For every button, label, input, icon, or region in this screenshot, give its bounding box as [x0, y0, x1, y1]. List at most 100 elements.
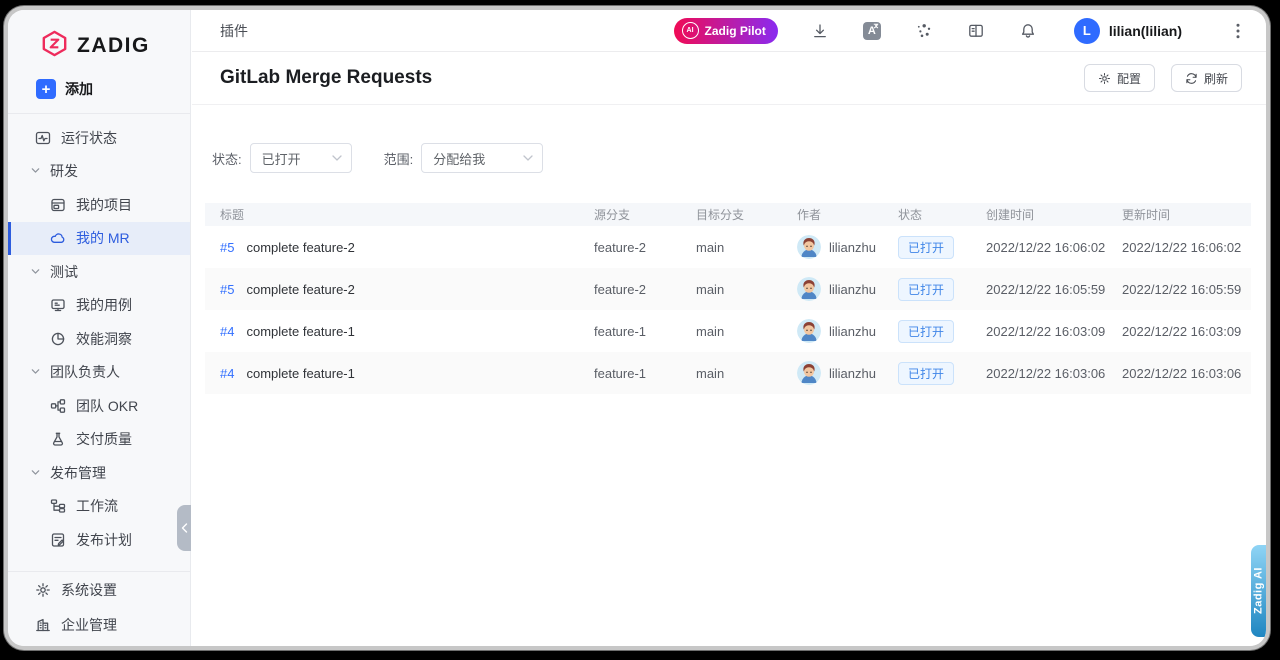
status-badge: 已打开	[898, 320, 954, 343]
mr-title: complete feature-2	[246, 282, 354, 297]
building-icon	[35, 617, 51, 633]
sidebar-collapse-handle[interactable]	[177, 505, 191, 551]
user-menu[interactable]: L lilian(lilian)	[1074, 18, 1182, 44]
main-content: 插件 AI Zadig Pilot A L lilian(lilian) Git…	[192, 10, 1266, 646]
topbar-actions: AI Zadig Pilot A L lilian(lilian)	[674, 18, 1240, 44]
scope-filter-select[interactable]: 分配给我	[421, 143, 543, 173]
source-branch: feature-1	[579, 366, 681, 381]
sidebar-item-group-rd[interactable]: 研发	[8, 155, 190, 189]
author-avatar	[797, 361, 821, 385]
zadig-logo-icon	[41, 30, 68, 62]
author-avatar	[797, 319, 821, 343]
column-header-4: 状态	[883, 206, 971, 223]
sidebar-item-group-team-lead[interactable]: 团队负责人	[8, 356, 190, 390]
avatar: L	[1074, 18, 1100, 44]
chevron-down-icon	[30, 366, 42, 378]
book-icon[interactable]	[966, 21, 986, 41]
status-filter-select[interactable]: 已打开	[250, 143, 352, 173]
zadig-pilot-button[interactable]: AI Zadig Pilot	[674, 18, 778, 44]
author-avatar	[797, 277, 821, 301]
sidebar-item-my-projects[interactable]: 我的项目	[8, 188, 190, 222]
status-badge: 已打开	[898, 278, 954, 301]
bell-icon[interactable]	[1018, 21, 1038, 41]
source-branch: feature-2	[579, 240, 681, 255]
configure-button[interactable]: 配置	[1084, 64, 1155, 92]
zadig-ai-tab[interactable]: Zadig AI	[1251, 545, 1266, 637]
download-icon[interactable]	[810, 21, 830, 41]
release-plan-icon	[50, 532, 66, 548]
sparkles-icon[interactable]	[914, 21, 934, 41]
table-row[interactable]: #5 complete feature-2 feature-2main lilianz…	[205, 268, 1251, 310]
chevron-down-icon	[30, 467, 42, 479]
topbar: 插件 AI Zadig Pilot A L lilian(lilian)	[192, 10, 1266, 52]
sidebar-item-workflow[interactable]: 工作流	[8, 490, 190, 524]
sidebar-item-system-settings[interactable]: 系统设置	[8, 572, 190, 607]
sidebar-item-release-plan[interactable]: 发布计划	[8, 523, 190, 557]
kebab-menu-icon[interactable]	[1236, 23, 1240, 39]
mr-title: complete feature-2	[246, 240, 354, 255]
sidebar-item-team-okr[interactable]: 团队 OKR	[8, 389, 190, 423]
target-branch: main	[681, 240, 782, 255]
flask-icon	[50, 431, 66, 447]
page-header: GitLab Merge Requests 配置 刷新	[192, 52, 1266, 105]
sidebar-item-enterprise-management[interactable]: 企业管理	[8, 607, 190, 642]
target-branch: main	[681, 324, 782, 339]
mr-title: complete feature-1	[246, 324, 354, 339]
mr-id-link[interactable]: #4	[220, 324, 234, 339]
sidebar-item-my-testcases[interactable]: 我的用例	[8, 289, 190, 323]
updated-time: 2022/12/22 16:03:06	[1107, 366, 1251, 381]
updated-time: 2022/12/22 16:06:02	[1107, 240, 1251, 255]
source-branch: feature-2	[579, 282, 681, 297]
translate-icon[interactable]: A	[862, 21, 882, 41]
author-name: lilianzhu	[829, 324, 876, 339]
column-header-5: 创建时间	[971, 206, 1107, 223]
table-row[interactable]: #5 complete feature-2 feature-2main lilianz…	[205, 226, 1251, 268]
merge-request-icon	[50, 230, 66, 246]
chevron-down-icon	[332, 155, 342, 161]
workflow-icon	[50, 498, 66, 514]
status-filter-label: 状态:	[212, 149, 242, 168]
chevron-down-icon	[30, 165, 42, 177]
table-row[interactable]: #4 complete feature-1 feature-1main lilianz…	[205, 310, 1251, 352]
pilot-ai-icon: AI	[682, 22, 699, 39]
updated-time: 2022/12/22 16:03:09	[1107, 324, 1251, 339]
scope-filter-label: 范围:	[384, 149, 414, 168]
refresh-button[interactable]: 刷新	[1171, 64, 1242, 92]
status-badge: 已打开	[898, 362, 954, 385]
user-name: lilian(lilian)	[1109, 23, 1182, 39]
sidebar-nav: 运行状态研发我的项目我的 MR测试我的用例效能洞察团队负责人团队 OKR交付质量…	[8, 114, 190, 557]
mr-id-link[interactable]: #5	[220, 282, 234, 297]
mr-id-link[interactable]: #5	[220, 240, 234, 255]
author-name: lilianzhu	[829, 366, 876, 381]
project-icon	[50, 197, 66, 213]
author-name: lilianzhu	[829, 282, 876, 297]
status-badge: 已打开	[898, 236, 954, 259]
app-window: ZADIG + 添加 运行状态研发我的项目我的 MR测试我的用例效能洞察团队负责…	[8, 10, 1266, 646]
gear-icon	[35, 582, 51, 598]
sidebar-item-group-release[interactable]: 发布管理	[8, 456, 190, 490]
plus-icon: +	[36, 79, 56, 99]
mr-id-link[interactable]: #4	[220, 366, 234, 381]
pie-chart-icon	[50, 331, 66, 347]
column-header-6: 更新时间	[1107, 206, 1251, 223]
updated-time: 2022/12/22 16:05:59	[1107, 282, 1251, 297]
okr-icon	[50, 398, 66, 414]
activity-icon	[35, 130, 51, 146]
sidebar: ZADIG + 添加 运行状态研发我的项目我的 MR测试我的用例效能洞察团队负责…	[8, 10, 191, 646]
sidebar-item-performance-insight[interactable]: 效能洞察	[8, 322, 190, 356]
zadig-logo[interactable]: ZADIG	[8, 10, 190, 62]
target-branch: main	[681, 282, 782, 297]
column-header-0: 标题	[205, 206, 579, 223]
column-header-1: 源分支	[579, 206, 681, 223]
source-branch: feature-1	[579, 324, 681, 339]
sidebar-item-running-status[interactable]: 运行状态	[8, 121, 190, 155]
table-row[interactable]: #4complete feature-1feature-1mainlilianz…	[205, 352, 1251, 394]
sidebar-item-my-mr[interactable]: 我的 MR	[8, 222, 190, 256]
author-name: lilianzhu	[829, 240, 876, 255]
add-button[interactable]: + 添加	[36, 79, 190, 99]
target-branch: main	[681, 366, 782, 381]
sidebar-item-group-test[interactable]: 测试	[8, 255, 190, 289]
sidebar-item-delivery-quality[interactable]: 交付质量	[8, 423, 190, 457]
column-header-2: 目标分支	[681, 206, 782, 223]
chevron-down-icon	[30, 266, 42, 278]
